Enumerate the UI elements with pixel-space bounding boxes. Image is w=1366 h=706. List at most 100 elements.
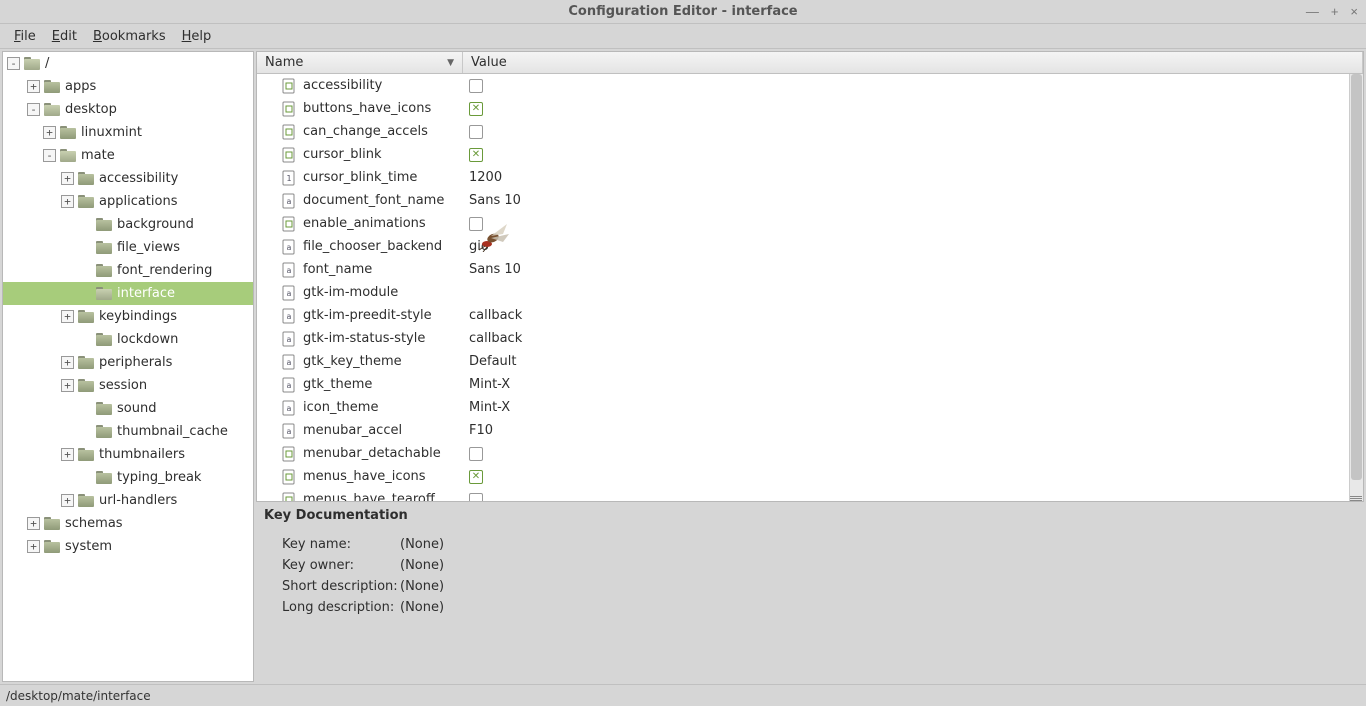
expand-icon[interactable]: + xyxy=(27,80,40,93)
key-name: icon_theme xyxy=(303,400,378,415)
vertical-scrollbar[interactable] xyxy=(1349,74,1363,501)
tree-node-interface[interactable]: interface xyxy=(3,282,253,305)
list-header: Name ▼ Value xyxy=(257,52,1363,74)
tree-node-mate[interactable]: - mate xyxy=(3,144,253,167)
expand-icon[interactable]: + xyxy=(61,310,74,323)
tree-node-background[interactable]: background xyxy=(3,213,253,236)
bool-key-icon xyxy=(281,216,297,232)
tree-node-schemas[interactable]: + schemas xyxy=(3,512,253,535)
list-row[interactable]: can_change_accels xyxy=(257,120,1363,143)
tree-node-url-handlers[interactable]: +url-handlers xyxy=(3,489,253,512)
expand-icon[interactable]: + xyxy=(61,195,74,208)
folder-icon xyxy=(78,356,94,369)
tree-node-system[interactable]: +system xyxy=(3,535,253,558)
column-header-name[interactable]: Name ▼ xyxy=(257,52,463,73)
list-row[interactable]: aicon_themeMint-X xyxy=(257,396,1363,419)
tree-node-desktop[interactable]: -desktop xyxy=(3,98,253,121)
tree-node-peripherals[interactable]: +peripherals xyxy=(3,351,253,374)
list-row[interactable]: buttons_have_icons xyxy=(257,97,1363,120)
minimize-button[interactable]: — xyxy=(1306,4,1319,19)
no-expander xyxy=(79,287,92,300)
key-name: can_change_accels xyxy=(303,124,428,139)
list-row[interactable]: agtk-im-status-stylecallback xyxy=(257,327,1363,350)
bool-key-icon xyxy=(281,492,297,502)
no-expander xyxy=(79,425,92,438)
checkbox[interactable] xyxy=(469,493,483,502)
expand-icon[interactable]: + xyxy=(61,379,74,392)
tree-sidebar[interactable]: -/+apps-desktop + linuxmint - mate +accessibi… xyxy=(2,51,254,682)
str-key-icon: a xyxy=(281,193,297,209)
list-row[interactable]: agtk_key_themeDefault xyxy=(257,350,1363,373)
column-header-value[interactable]: Value xyxy=(463,52,1363,73)
tree-node-apps[interactable]: +apps xyxy=(3,75,253,98)
tree-node-file-views[interactable]: file_views xyxy=(3,236,253,259)
list-row[interactable]: amenubar_accelF10 xyxy=(257,419,1363,442)
scrollbar-thumb[interactable] xyxy=(1351,74,1362,480)
checkbox[interactable] xyxy=(469,125,483,139)
list-row[interactable]: menubar_detachable xyxy=(257,442,1363,465)
expand-icon[interactable]: + xyxy=(61,448,74,461)
expand-icon[interactable]: + xyxy=(27,517,40,530)
key-name: menus_have_tearoff xyxy=(303,492,435,501)
svg-text:a: a xyxy=(287,335,292,344)
tree-node-thumbnailers[interactable]: +thumbnailers xyxy=(3,443,253,466)
list-row[interactable]: cursor_blink xyxy=(257,143,1363,166)
list-row[interactable]: agtk_themeMint-X xyxy=(257,373,1363,396)
key-name: gtk_key_theme xyxy=(303,354,402,369)
expand-icon[interactable]: + xyxy=(61,356,74,369)
menu-bookmarks[interactable]: Bookmarks xyxy=(85,27,174,46)
tree-node-applications[interactable]: +applications xyxy=(3,190,253,213)
list-row[interactable]: enable_animations xyxy=(257,212,1363,235)
tree-node-session[interactable]: +session xyxy=(3,374,253,397)
expand-icon[interactable]: + xyxy=(61,494,74,507)
folder-icon xyxy=(96,333,112,346)
tree-node-keybindings[interactable]: +keybindings xyxy=(3,305,253,328)
tree-node-thumbnail-cache[interactable]: thumbnail_cache xyxy=(3,420,253,443)
expand-icon[interactable]: + xyxy=(43,126,56,139)
list-body[interactable]: accessibilitybuttons_have_icons can_chang… xyxy=(257,74,1363,501)
checkbox[interactable] xyxy=(469,447,483,461)
list-view: Name ▼ Value accessibilitybuttons_have_i… xyxy=(256,51,1364,502)
tree-node-font-rendering[interactable]: font_rendering xyxy=(3,259,253,282)
menu-edit[interactable]: Edit xyxy=(44,27,85,46)
expand-icon[interactable]: + xyxy=(61,172,74,185)
tree-label: mate xyxy=(81,148,115,163)
bool-key-icon xyxy=(281,124,297,140)
checkbox[interactable] xyxy=(469,79,483,93)
folder-icon xyxy=(44,540,60,553)
collapse-icon[interactable]: - xyxy=(7,57,20,70)
tree-node-typing-break[interactable]: typing_break xyxy=(3,466,253,489)
list-row[interactable]: afile_chooser_backendgio xyxy=(257,235,1363,258)
folder-icon xyxy=(78,494,94,507)
tree-node-sound[interactable]: sound xyxy=(3,397,253,420)
maximize-button[interactable]: + xyxy=(1331,4,1339,19)
list-row[interactable]: agtk-im-module xyxy=(257,281,1363,304)
expand-icon[interactable]: + xyxy=(27,540,40,553)
list-row[interactable]: menus_have_icons xyxy=(257,465,1363,488)
list-row[interactable]: afont_nameSans 10 xyxy=(257,258,1363,281)
key-value: gio xyxy=(469,239,489,254)
list-row[interactable]: accessibility xyxy=(257,74,1363,97)
checkbox[interactable] xyxy=(469,217,483,231)
tree-label: linuxmint xyxy=(81,125,142,140)
list-row[interactable]: menus_have_tearoff xyxy=(257,488,1363,501)
checkbox[interactable] xyxy=(469,470,483,484)
close-button[interactable]: × xyxy=(1350,4,1358,19)
tree-node--[interactable]: -/ xyxy=(3,52,253,75)
key-name: gtk-im-status-style xyxy=(303,331,425,346)
checkbox[interactable] xyxy=(469,102,483,116)
str-key-icon: a xyxy=(281,262,297,278)
collapse-icon[interactable]: - xyxy=(43,149,56,162)
menu-file[interactable]: File xyxy=(6,27,44,46)
menu-help[interactable]: Help xyxy=(174,27,220,46)
list-row[interactable]: 1cursor_blink_time1200 xyxy=(257,166,1363,189)
tree-node-lockdown[interactable]: lockdown xyxy=(3,328,253,351)
list-row[interactable]: agtk-im-preedit-stylecallback xyxy=(257,304,1363,327)
checkbox[interactable] xyxy=(469,148,483,162)
list-row[interactable]: adocument_font_nameSans 10 xyxy=(257,189,1363,212)
tree-label: schemas xyxy=(65,516,123,531)
tree-node-linuxmint[interactable]: + linuxmint xyxy=(3,121,253,144)
collapse-icon[interactable]: - xyxy=(27,103,40,116)
folder-icon xyxy=(60,126,76,139)
tree-node-accessibility[interactable]: +accessibility xyxy=(3,167,253,190)
